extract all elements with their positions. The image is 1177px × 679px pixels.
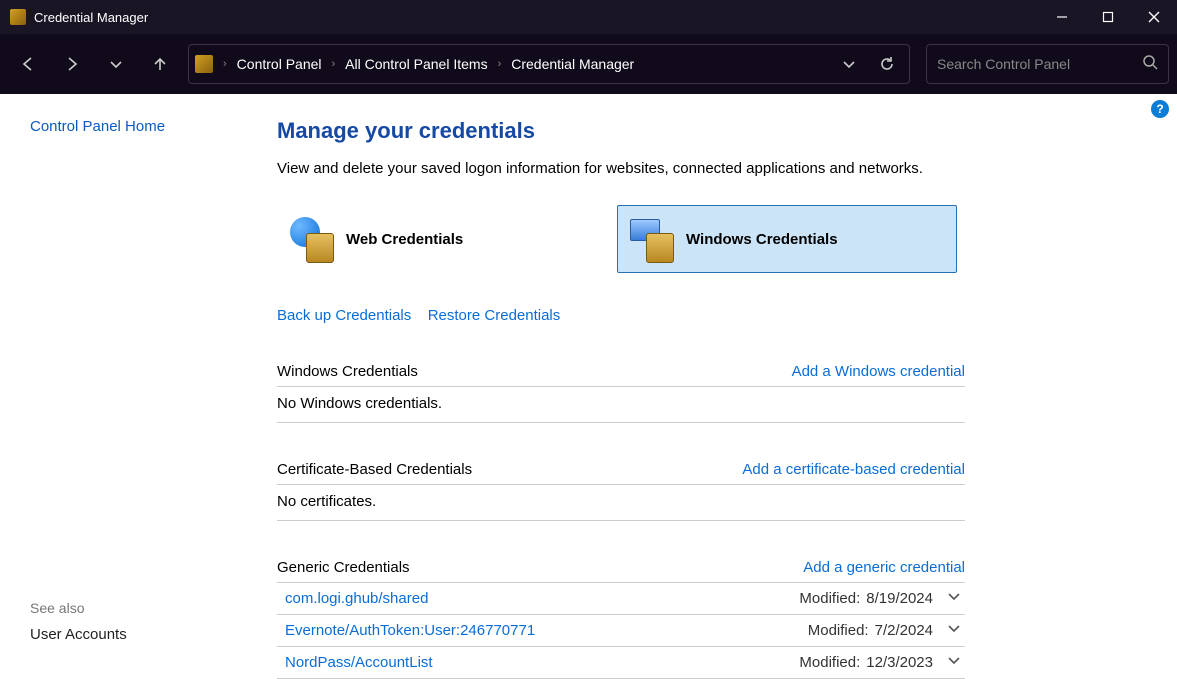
control-panel-icon: [195, 55, 213, 73]
windows-creds-section-title: Windows Credentials: [277, 363, 792, 380]
credential-row[interactable]: NordPass/AccountList Modified: 12/3/2023: [277, 647, 965, 679]
help-icon[interactable]: ?: [1151, 100, 1169, 118]
modified-label: Modified:: [799, 590, 860, 607]
control-panel-home-link[interactable]: Control Panel Home: [30, 118, 245, 135]
search-box[interactable]: [926, 44, 1169, 84]
refresh-button[interactable]: [871, 44, 903, 84]
window-title: Credential Manager: [34, 10, 1039, 25]
search-icon[interactable]: [1142, 54, 1158, 75]
sidebar: Control Panel Home See also User Account…: [0, 94, 245, 663]
back-button[interactable]: [8, 44, 48, 84]
page-heading: Manage your credentials: [277, 118, 965, 144]
cert-creds-empty: No certificates.: [277, 485, 965, 521]
windows-credentials-icon: [628, 215, 676, 263]
maximize-button[interactable]: [1085, 0, 1131, 34]
recent-locations-button[interactable]: [96, 44, 136, 84]
cert-creds-section-title: Certificate-Based Credentials: [277, 461, 742, 478]
close-button[interactable]: [1131, 0, 1177, 34]
windows-credentials-label: Windows Credentials: [686, 231, 838, 248]
windows-credentials-tab[interactable]: Windows Credentials: [617, 205, 957, 273]
add-cert-credential-link[interactable]: Add a certificate-based credential: [742, 461, 965, 478]
up-button[interactable]: [140, 44, 180, 84]
user-accounts-link[interactable]: User Accounts: [30, 626, 245, 643]
add-windows-credential-link[interactable]: Add a Windows credential: [792, 363, 965, 380]
credential-date: 8/19/2024: [866, 590, 933, 607]
web-credentials-icon: [288, 215, 336, 263]
nav-toolbar: › Control Panel › All Control Panel Item…: [0, 34, 1177, 94]
forward-button[interactable]: [52, 44, 92, 84]
web-credentials-label: Web Credentials: [346, 231, 463, 248]
address-bar[interactable]: › Control Panel › All Control Panel Item…: [188, 44, 910, 84]
backup-credentials-link[interactable]: Back up Credentials: [277, 307, 411, 324]
chevron-down-icon[interactable]: [947, 589, 961, 608]
page-subtitle: View and delete your saved logon informa…: [277, 160, 965, 177]
title-bar: Credential Manager: [0, 0, 1177, 34]
windows-creds-empty: No Windows credentials.: [277, 387, 965, 423]
breadcrumb-mid[interactable]: All Control Panel Items: [345, 56, 487, 72]
app-icon: [10, 9, 26, 25]
restore-credentials-link[interactable]: Restore Credentials: [428, 307, 561, 324]
credential-name: com.logi.ghub/shared: [285, 590, 799, 607]
chevron-right-icon[interactable]: ›: [219, 58, 231, 70]
modified-label: Modified:: [808, 622, 869, 639]
breadcrumb-root[interactable]: Control Panel: [237, 56, 322, 72]
credential-row[interactable]: Evernote/AuthToken:User:246770771 Modifi…: [277, 615, 965, 647]
minimize-button[interactable]: [1039, 0, 1085, 34]
generic-creds-section-title: Generic Credentials: [277, 559, 803, 576]
credential-row[interactable]: com.logi.ghub/shared Modified: 8/19/2024: [277, 583, 965, 615]
web-credentials-tab[interactable]: Web Credentials: [277, 205, 617, 273]
search-input[interactable]: [937, 56, 1142, 72]
credential-name: Evernote/AuthToken:User:246770771: [285, 622, 808, 639]
add-generic-credential-link[interactable]: Add a generic credential: [803, 559, 965, 576]
chevron-right-icon[interactable]: ›: [494, 58, 506, 70]
chevron-down-icon[interactable]: [947, 621, 961, 640]
chevron-right-icon[interactable]: ›: [328, 58, 340, 70]
see-also-heading: See also: [30, 600, 245, 616]
main-panel: Manage your credentials View and delete …: [245, 94, 985, 663]
address-history-button[interactable]: [833, 44, 865, 84]
breadcrumb-leaf[interactable]: Credential Manager: [511, 56, 634, 72]
credential-date: 7/2/2024: [875, 622, 933, 639]
